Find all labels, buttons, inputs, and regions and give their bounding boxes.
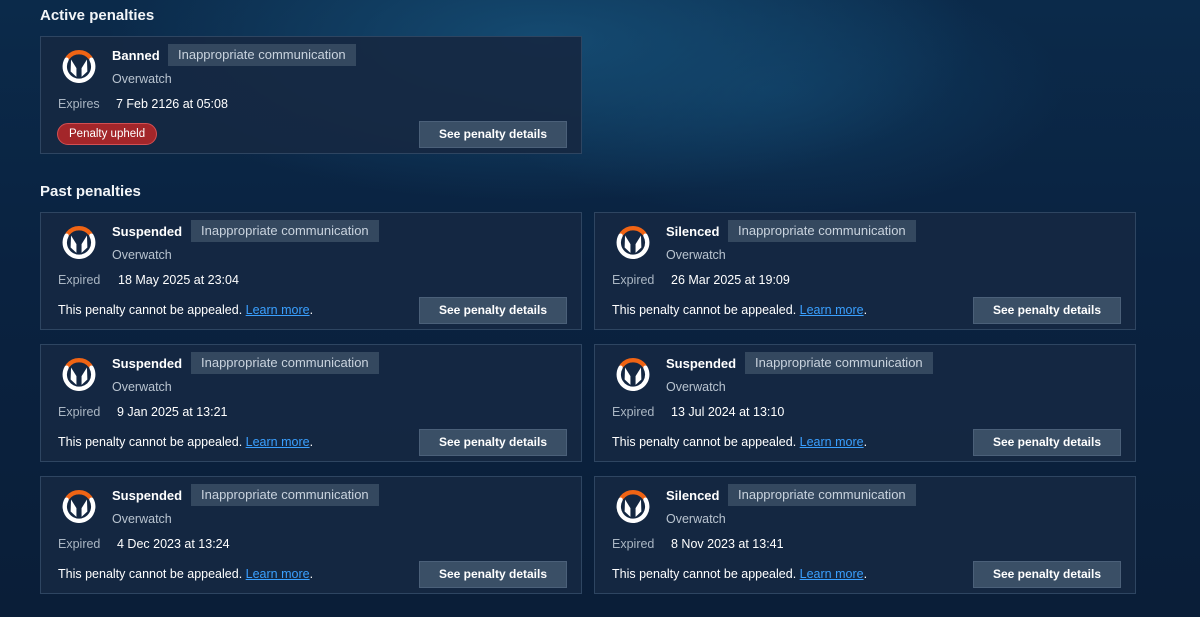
- penalty-reason-tag: Inappropriate communication: [728, 220, 916, 242]
- penalty-reason-tag: Inappropriate communication: [745, 352, 933, 374]
- expired-date: 18 May 2025 at 23:04: [118, 273, 239, 287]
- game-name: Overwatch: [666, 512, 726, 526]
- penalty-status: Suspended: [112, 224, 183, 239]
- past-penalties-heading: Past penalties: [40, 183, 141, 200]
- penalty-reason-tag: Inappropriate communication: [191, 352, 379, 374]
- expired-date: 8 Nov 2023 at 13:41: [671, 537, 784, 551]
- overwatch-logo-icon: [60, 47, 98, 85]
- overwatch-logo-icon: [614, 223, 652, 261]
- overwatch-logo-icon: [614, 487, 652, 525]
- game-name: Overwatch: [112, 512, 172, 526]
- expired-label: Expired: [58, 537, 101, 551]
- expired-label: Expired: [58, 405, 101, 419]
- penalty-upheld-badge: Penalty upheld: [57, 123, 158, 145]
- penalty-status: Suspended: [112, 488, 183, 503]
- penalty-status: Silenced: [666, 488, 720, 503]
- see-penalty-details-button[interactable]: See penalty details: [973, 297, 1121, 324]
- past-penalty-card: Silenced Inappropriate communication Ove…: [594, 212, 1136, 330]
- game-name: Overwatch: [666, 380, 726, 394]
- active-penalties-heading: Active penalties: [40, 7, 155, 24]
- overwatch-logo-icon: [60, 355, 98, 393]
- expires-date: 7 Feb 2126 at 05:08: [116, 97, 228, 111]
- game-name: Overwatch: [112, 380, 172, 394]
- see-penalty-details-button[interactable]: See penalty details: [973, 429, 1121, 456]
- penalty-reason-tag: Inappropriate communication: [191, 484, 379, 506]
- penalty-reason-tag: Inappropriate communication: [168, 44, 356, 66]
- overwatch-logo-icon: [60, 223, 98, 261]
- appeal-note: This penalty cannot be appealed. Learn m…: [612, 435, 868, 449]
- learn-more-link[interactable]: Learn more: [800, 303, 864, 317]
- learn-more-link[interactable]: Learn more: [800, 435, 864, 449]
- expired-label: Expired: [612, 537, 655, 551]
- appeal-note: This penalty cannot be appealed. Learn m…: [58, 435, 314, 449]
- learn-more-link[interactable]: Learn more: [246, 303, 310, 317]
- active-penalty-card: Banned Inappropriate communication Overw…: [40, 36, 582, 154]
- appeal-note: This penalty cannot be appealed. Learn m…: [58, 303, 314, 317]
- penalty-status: Banned: [112, 48, 160, 63]
- appeal-note: This penalty cannot be appealed. Learn m…: [58, 567, 314, 581]
- game-name: Overwatch: [112, 248, 172, 262]
- learn-more-link[interactable]: Learn more: [800, 567, 864, 581]
- learn-more-link[interactable]: Learn more: [246, 567, 310, 581]
- overwatch-logo-icon: [60, 487, 98, 525]
- penalty-reason-tag: Inappropriate communication: [728, 484, 916, 506]
- expired-label: Expired: [58, 273, 101, 287]
- expires-label: Expires: [58, 97, 100, 111]
- overwatch-logo-icon: [614, 355, 652, 393]
- learn-more-link[interactable]: Learn more: [246, 435, 310, 449]
- expired-date: 13 Jul 2024 at 13:10: [671, 405, 785, 419]
- game-name: Overwatch: [112, 72, 172, 86]
- expired-label: Expired: [612, 273, 655, 287]
- appeal-note: This penalty cannot be appealed. Learn m…: [612, 303, 868, 317]
- past-penalty-card: Suspended Inappropriate communication Ov…: [40, 212, 582, 330]
- expired-date: 4 Dec 2023 at 13:24: [117, 537, 230, 551]
- past-penalty-card: Suspended Inappropriate communication Ov…: [594, 344, 1136, 462]
- see-penalty-details-button[interactable]: See penalty details: [419, 121, 567, 148]
- see-penalty-details-button[interactable]: See penalty details: [419, 297, 567, 324]
- penalty-reason-tag: Inappropriate communication: [191, 220, 379, 242]
- see-penalty-details-button[interactable]: See penalty details: [419, 429, 567, 456]
- see-penalty-details-button[interactable]: See penalty details: [973, 561, 1121, 588]
- expired-date: 26 Mar 2025 at 19:09: [671, 273, 790, 287]
- penalty-status: Suspended: [666, 356, 737, 371]
- expired-label: Expired: [612, 405, 655, 419]
- past-penalty-card: Suspended Inappropriate communication Ov…: [40, 476, 582, 594]
- penalty-status: Suspended: [112, 356, 183, 371]
- penalty-status: Silenced: [666, 224, 720, 239]
- game-name: Overwatch: [666, 248, 726, 262]
- past-penalty-card: Silenced Inappropriate communication Ove…: [594, 476, 1136, 594]
- see-penalty-details-button[interactable]: See penalty details: [419, 561, 567, 588]
- past-penalty-card: Suspended Inappropriate communication Ov…: [40, 344, 582, 462]
- appeal-note: This penalty cannot be appealed. Learn m…: [612, 567, 868, 581]
- expired-date: 9 Jan 2025 at 13:21: [117, 405, 228, 419]
